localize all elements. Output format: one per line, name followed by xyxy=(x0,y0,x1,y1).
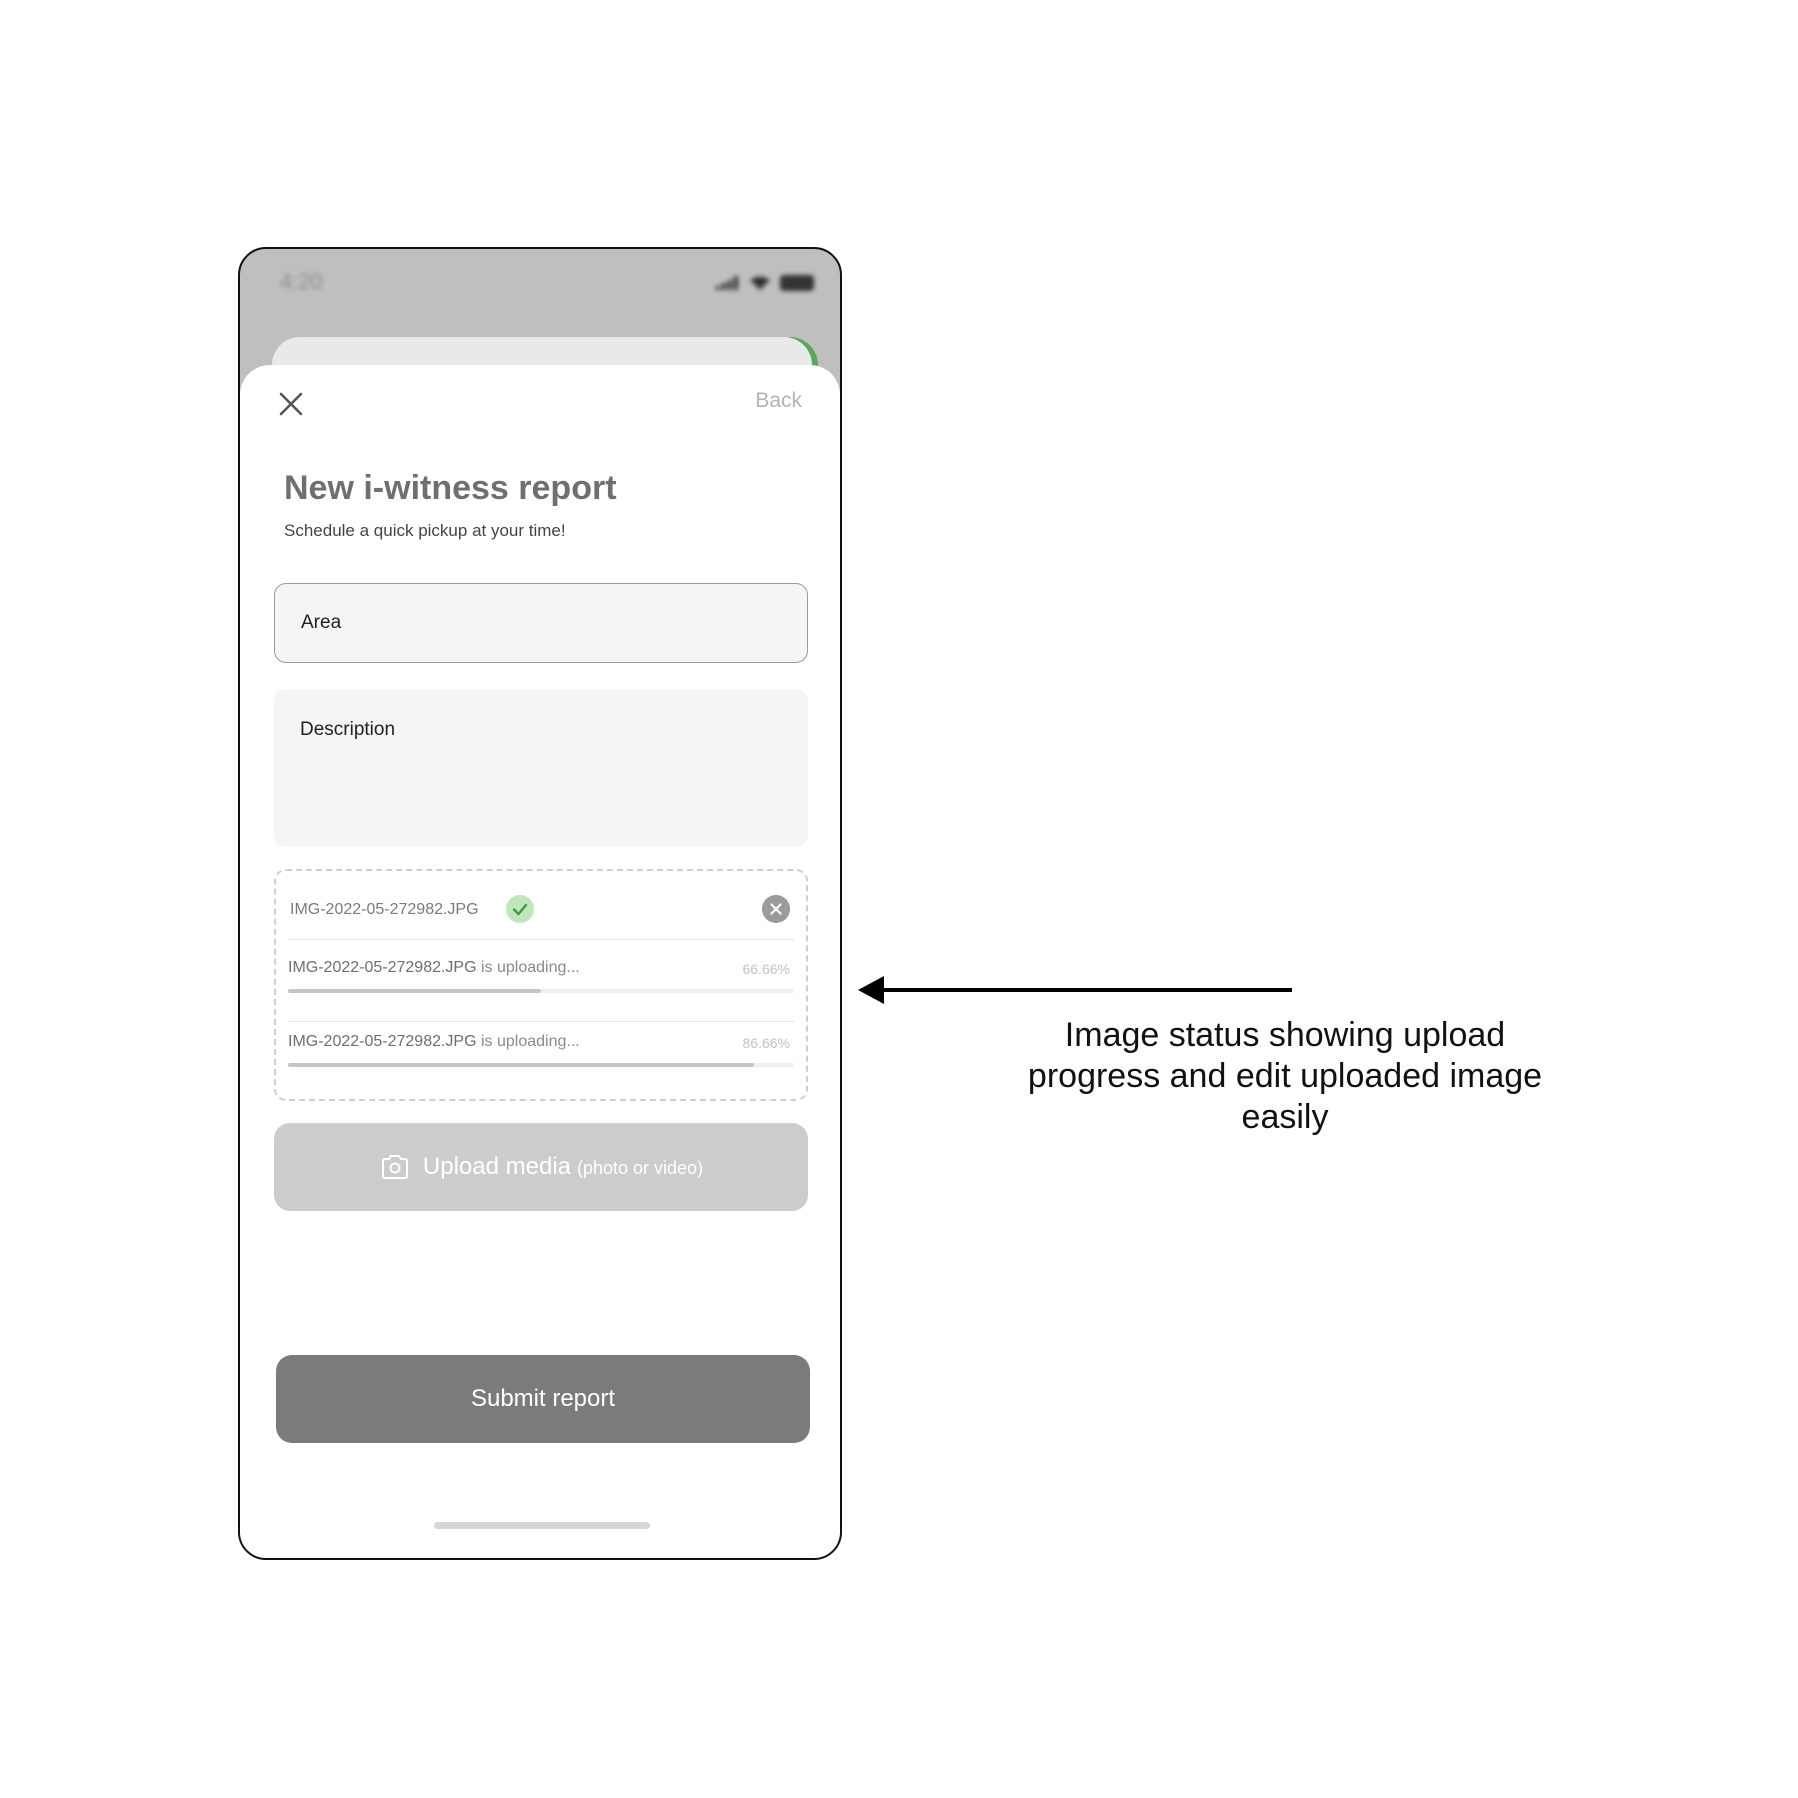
signal-icon xyxy=(716,276,738,290)
status-icons xyxy=(716,275,814,291)
page-subtitle: Schedule a quick pickup at your time! xyxy=(284,521,566,540)
home-indicator xyxy=(434,1522,650,1529)
camera-icon xyxy=(381,1155,408,1179)
uploading-file-text: IMG-2022-05-272982.JPG is uploading... xyxy=(288,959,580,977)
uploading-file-row: IMG-2022-05-272982.JPG is uploading... 6… xyxy=(288,949,794,1022)
upload-status-box: IMG-2022-05-272982.JPG IMG-2022-05-27298… xyxy=(274,869,808,1101)
status-bar: 4:20 xyxy=(240,249,840,319)
uploading-file-name: IMG-2022-05-272982.JPG xyxy=(288,959,477,976)
report-sheet: Back New i-witness report Schedule a qui… xyxy=(240,365,840,1558)
status-time: 4:20 xyxy=(280,269,323,294)
area-field[interactable]: Area xyxy=(274,583,808,663)
submit-report-button[interactable]: Submit report xyxy=(276,1355,810,1443)
page-title: New i-witness report xyxy=(284,469,617,507)
uploading-file-text: IMG-2022-05-272982.JPG is uploading... xyxy=(288,1033,580,1051)
back-button[interactable]: Back xyxy=(755,389,802,413)
battery-icon xyxy=(780,275,814,291)
close-icon[interactable] xyxy=(278,391,304,417)
upload-percent: 86.66% xyxy=(742,1035,790,1051)
progress-fill xyxy=(288,989,541,993)
annotation-arrow xyxy=(858,976,1292,1004)
upload-percent: 66.66% xyxy=(742,961,790,977)
remove-icon[interactable] xyxy=(762,895,790,923)
uploaded-file-name: IMG-2022-05-272982.JPG xyxy=(290,901,479,918)
description-field[interactable]: Description xyxy=(274,689,808,847)
uploaded-file-row: IMG-2022-05-272982.JPG xyxy=(288,883,794,940)
check-icon xyxy=(506,895,534,923)
progress-fill xyxy=(288,1063,754,1067)
progress-track xyxy=(288,989,794,993)
progress-track xyxy=(288,1063,794,1067)
upload-media-button[interactable]: Upload media (photo or video) xyxy=(274,1123,808,1211)
uploading-status: is uploading... xyxy=(481,1033,580,1050)
upload-media-label: Upload media xyxy=(422,1153,571,1180)
upload-media-text: Upload media (photo or video) xyxy=(423,1153,703,1181)
uploading-file-name: IMG-2022-05-272982.JPG xyxy=(288,1033,477,1050)
uploading-file-row: IMG-2022-05-272982.JPG is uploading... 8… xyxy=(288,1023,794,1095)
uploading-status: is uploading... xyxy=(481,959,580,976)
description-field-label: Description xyxy=(300,719,396,740)
area-field-label: Area xyxy=(301,612,342,633)
upload-media-hint: (photo or video) xyxy=(577,1158,704,1178)
annotation-text: Image status showing upload progress and… xyxy=(1027,1016,1543,1136)
wifi-icon xyxy=(750,276,770,290)
phone-frame: 4:20 Back New i-witness report Schedule … xyxy=(238,247,842,1560)
